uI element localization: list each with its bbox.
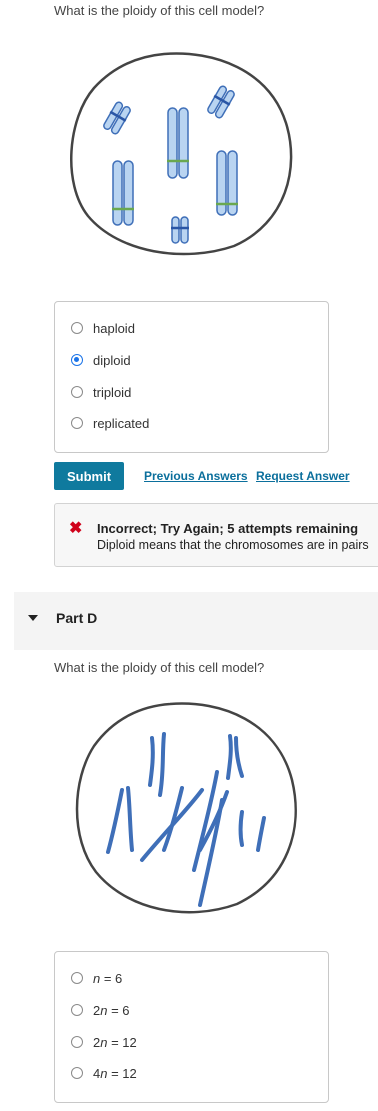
submit-button[interactable]: Submit: [54, 462, 124, 490]
radio-button-selected[interactable]: [71, 354, 83, 366]
collapse-arrow-icon[interactable]: [28, 615, 38, 621]
incorrect-x-icon: ✖: [69, 520, 83, 537]
part-d-choices: n = 6 2n = 6 2n = 12 4n = 12: [54, 951, 329, 1103]
option-label: haploid: [93, 320, 135, 336]
option-triploid[interactable]: triploid: [71, 382, 131, 402]
cell-model-image-d: [75, 702, 297, 914]
option-label: replicated: [93, 415, 150, 431]
request-answer-link[interactable]: Request Answer: [256, 469, 350, 483]
option-label: n = 6: [93, 970, 123, 986]
radio-button[interactable]: [71, 972, 83, 984]
option-n-6[interactable]: n = 6: [71, 968, 122, 988]
radio-button[interactable]: [71, 1036, 83, 1048]
option-haploid[interactable]: haploid: [71, 318, 135, 338]
feedback-text: Diploid means that the chromosomes are i…: [97, 538, 369, 552]
feedback-title: Incorrect; Try Again; 5 attempts remaini…: [97, 521, 359, 536]
option-2n-12[interactable]: 2n = 12: [71, 1032, 137, 1052]
radio-button[interactable]: [71, 1067, 83, 1079]
option-label: 2n = 6: [93, 1002, 130, 1018]
option-4n-12[interactable]: 4n = 12: [71, 1063, 137, 1083]
radio-button[interactable]: [71, 386, 83, 398]
option-2n-6[interactable]: 2n = 6: [71, 1000, 130, 1020]
radio-button[interactable]: [71, 417, 83, 429]
previous-answers-link[interactable]: Previous Answers: [144, 469, 248, 483]
option-label: triploid: [93, 384, 132, 400]
part-d-header[interactable]: Part D: [14, 592, 378, 650]
part-c-question: What is the ploidy of this cell model?: [54, 3, 265, 18]
option-label: 4n = 12: [93, 1065, 137, 1081]
part-d-question: What is the ploidy of this cell model?: [54, 660, 265, 675]
cell-model-image-c: [70, 52, 293, 256]
radio-button[interactable]: [71, 322, 83, 334]
option-replicated[interactable]: replicated: [71, 413, 149, 433]
feedback-box: ✖ Incorrect; Try Again; 5 attempts remai…: [54, 503, 378, 567]
part-c-choices: haploid diploid triploid replicated: [54, 301, 329, 453]
option-diploid[interactable]: diploid: [71, 350, 131, 370]
part-d-title: Part D: [56, 610, 98, 626]
option-label: 2n = 12: [93, 1034, 137, 1050]
radio-button[interactable]: [71, 1004, 83, 1016]
option-label: diploid: [93, 352, 131, 368]
